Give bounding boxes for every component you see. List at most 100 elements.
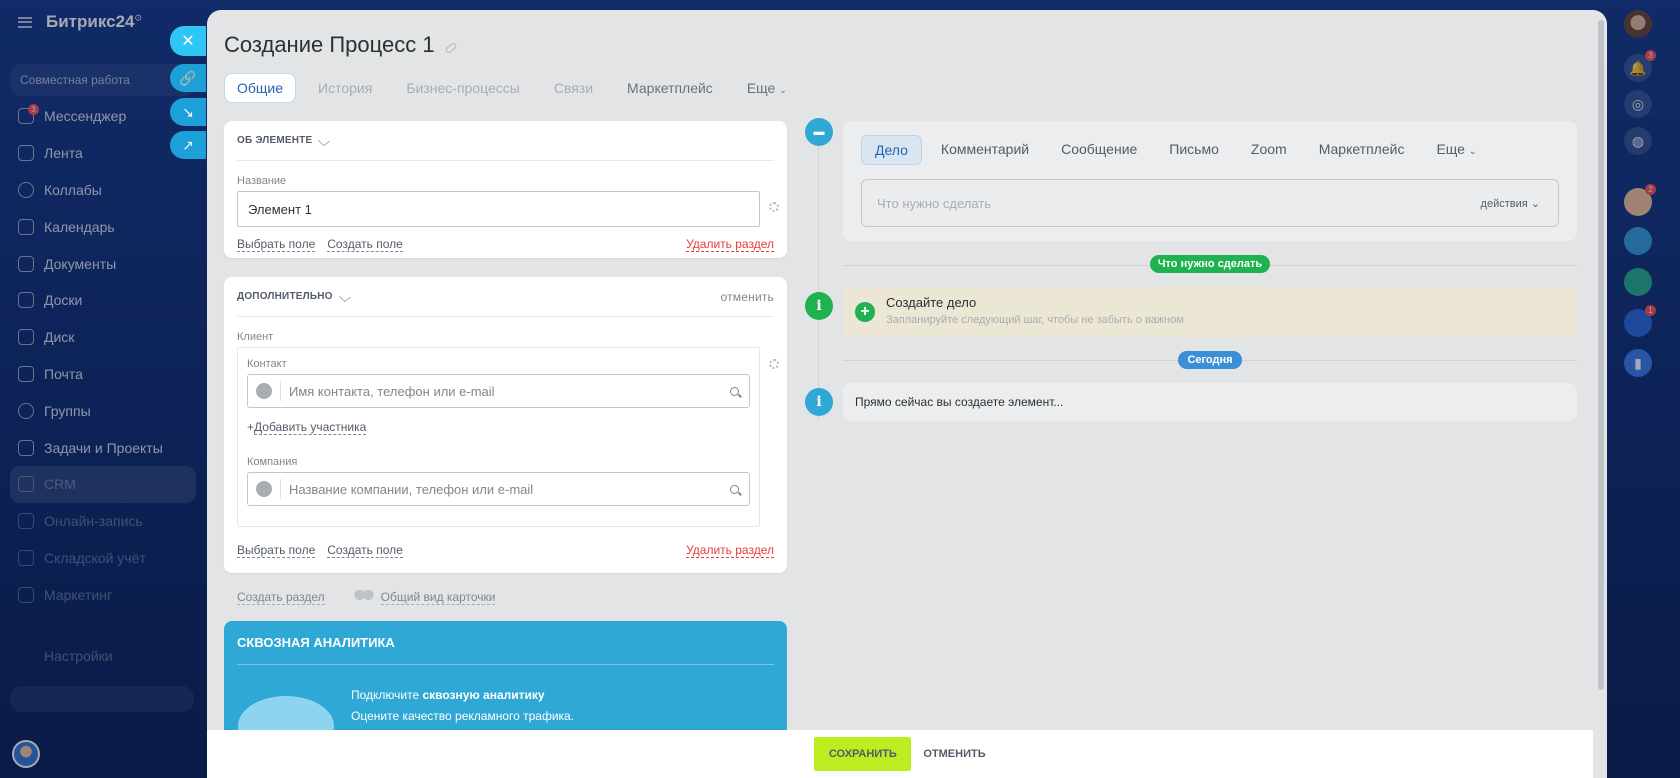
person-icon xyxy=(256,383,272,399)
now-creating-item: Прямо сейчас вы создаете элемент... xyxy=(843,383,1577,421)
todo-pill: Что нужно сделать xyxy=(1150,255,1270,273)
copy-link-button[interactable]: 🔗 xyxy=(170,64,206,92)
common-view-link[interactable]: Общий вид карточки xyxy=(380,590,496,605)
building-icon xyxy=(256,481,272,497)
gear-icon[interactable] xyxy=(769,202,779,212)
cancel-button[interactable]: ОТМЕНИТЬ xyxy=(923,748,985,760)
chevron-down-icon: ⌄ xyxy=(1530,197,1540,210)
info-icon: i xyxy=(805,388,833,416)
search-icon xyxy=(730,484,739,494)
create-todo-title: Создайте дело xyxy=(886,295,977,310)
extra-card: ДОПОЛНИТЕЛЬНО отменить Клиент Контакт Имя… xyxy=(224,277,787,573)
timeline-line xyxy=(818,140,819,420)
close-icon: ✕ xyxy=(181,33,195,50)
tab-relations[interactable]: Связи xyxy=(542,74,605,102)
delete-section-link[interactable]: Удалить раздел xyxy=(686,237,774,252)
tab-general[interactable]: Общие xyxy=(224,73,297,103)
save-button[interactable]: СОХРАНИТЬ xyxy=(814,737,912,771)
add-participant-link[interactable]: +Добавить участника xyxy=(247,420,759,435)
gear-icon[interactable] xyxy=(769,359,779,369)
tab-bar: Общие История Бизнес-процессы Связи Марк… xyxy=(224,73,809,103)
card-title: ДОПОЛНИТЕЛЬНО xyxy=(237,291,333,302)
contact-label: Контакт xyxy=(247,358,287,370)
editor-tab-marketplace[interactable]: Маркетплейс xyxy=(1306,135,1418,165)
analytics-line1-pre: Подключите xyxy=(351,688,423,702)
pencil-icon[interactable] xyxy=(318,135,331,146)
page-title: Создание Процесс 1 xyxy=(224,32,435,57)
bottom-action-bar: СОХРАНИТЬ ОТМЕНИТЬ xyxy=(207,730,1593,778)
client-label: Клиент xyxy=(237,331,274,343)
chevron-down-icon: ⌄ xyxy=(1468,146,1477,156)
analytics-line1: Подключите сквозную аналитику xyxy=(351,685,574,706)
link-icon[interactable] xyxy=(444,41,458,55)
pencil-icon[interactable] xyxy=(338,291,351,302)
create-section-link[interactable]: Создать раздел xyxy=(237,590,325,605)
analytics-link[interactable]: сквозную аналитику xyxy=(422,688,544,702)
tab-history[interactable]: История xyxy=(306,74,384,102)
entity-editor-panel: Создание Процесс 1 Общие История Бизнес-… xyxy=(207,10,1607,778)
comment-dot-icon: ▬ xyxy=(805,118,833,146)
tab-more-label: Еще xyxy=(746,80,776,96)
tab-bizproc[interactable]: Бизнес-процессы xyxy=(394,74,531,102)
company-placeholder: Название компании, телефон или e-mail xyxy=(289,481,534,497)
editor-tab-more-label: Еще xyxy=(1436,141,1465,157)
people-icon xyxy=(352,590,375,602)
search-icon xyxy=(730,386,739,396)
editor-tab-email[interactable]: Письмо xyxy=(1156,135,1232,165)
separator xyxy=(280,381,281,401)
create-field-link[interactable]: Создать поле xyxy=(327,543,403,558)
link-icon: 🔗 xyxy=(179,69,197,86)
editor-tabs: Дело Комментарий Сообщение Письмо Zoom М… xyxy=(843,121,1577,165)
actions-label: действия xyxy=(1480,197,1528,210)
contact-placeholder: Имя контакта, телефон или e-mail xyxy=(289,383,495,399)
today-pill: Сегодня xyxy=(1178,351,1242,369)
create-field-link[interactable]: Создать поле xyxy=(327,237,403,252)
create-todo-subtitle: Запланируйте следующий шаг, чтобы не заб… xyxy=(886,314,1184,326)
create-todo-block[interactable]: + Создайте дело Запланируйте следующий ш… xyxy=(843,287,1577,337)
editor-tab-message[interactable]: Сообщение xyxy=(1048,135,1150,165)
editor-tab-zoom[interactable]: Zoom xyxy=(1238,135,1300,165)
todo-input[interactable]: Что нужно сделать действия ⌄ xyxy=(861,179,1559,227)
choose-field-link[interactable]: Выбрать поле xyxy=(237,237,316,252)
now-creating-text: Прямо сейчас вы создаете элемент... xyxy=(855,395,1064,409)
card-header: ДОПОЛНИТЕЛЬНО отменить xyxy=(237,277,774,317)
minimize-button[interactable]: ↘ xyxy=(170,98,206,126)
info-icon: i xyxy=(805,292,833,320)
title-row: Создание Процесс 1 xyxy=(224,32,458,58)
add-participant-label: Добавить участника xyxy=(254,420,367,435)
scrollbar[interactable] xyxy=(1598,20,1604,690)
timeline-editor: Дело Комментарий Сообщение Письмо Zoom М… xyxy=(843,121,1577,241)
editor-tab-more[interactable]: Еще ⌄ xyxy=(1423,135,1489,165)
field-label: Название xyxy=(237,175,287,187)
close-button[interactable]: ✕ xyxy=(170,26,206,56)
editor-tab-todo[interactable]: Дело xyxy=(861,135,922,165)
card-header: ОБ ЭЛЕМЕНТЕ xyxy=(237,121,774,161)
open-new-window-button[interactable]: ↗ xyxy=(170,131,206,159)
analytics-title: СКВОЗНАЯ АНАЛИТИКА xyxy=(237,621,774,665)
card-footer: Выбрать поле Создать поле Удалить раздел xyxy=(237,237,774,252)
about-card: ОБ ЭЛЕМЕНТЕ Название Элемент 1 Выбрать п… xyxy=(224,121,787,258)
section-actions: Создать раздел Общий вид карточки xyxy=(237,590,523,605)
separator xyxy=(280,479,281,499)
name-field[interactable]: Элемент 1 xyxy=(237,191,760,227)
delete-section-link[interactable]: Удалить раздел xyxy=(686,543,774,558)
card-footer: Выбрать поле Создать поле Удалить раздел xyxy=(237,543,774,558)
client-box: Контакт Имя контакта, телефон или e-mail… xyxy=(237,347,760,527)
todo-placeholder: Что нужно сделать xyxy=(877,195,991,211)
external-link-icon: ↗ xyxy=(182,136,194,153)
company-label: Компания xyxy=(247,456,298,468)
plus-icon[interactable]: + xyxy=(855,302,875,322)
card-title: ОБ ЭЛЕМЕНТЕ xyxy=(237,135,313,146)
actions-dropdown[interactable]: действия ⌄ xyxy=(1481,197,1540,210)
company-search-input[interactable]: Название компании, телефон или e-mail xyxy=(247,472,750,506)
tab-more[interactable]: Еще ⌄ xyxy=(735,74,799,102)
editor-tab-comment[interactable]: Комментарий xyxy=(928,135,1042,165)
analytics-line2: Оцените качество рекламного трафика. xyxy=(351,709,575,723)
arrow-down-right-icon: ↘ xyxy=(182,103,194,120)
analytics-card: СКВОЗНАЯ АНАЛИТИКА Подключите сквозную а… xyxy=(224,621,787,756)
choose-field-link[interactable]: Выбрать поле xyxy=(237,543,316,558)
cancel-link[interactable]: отменить xyxy=(720,290,774,304)
contact-search-input[interactable]: Имя контакта, телефон или e-mail xyxy=(247,374,750,408)
analytics-text: Подключите сквозную аналитику Оцените ка… xyxy=(351,685,574,727)
tab-marketplace[interactable]: Маркетплейс xyxy=(615,74,725,102)
